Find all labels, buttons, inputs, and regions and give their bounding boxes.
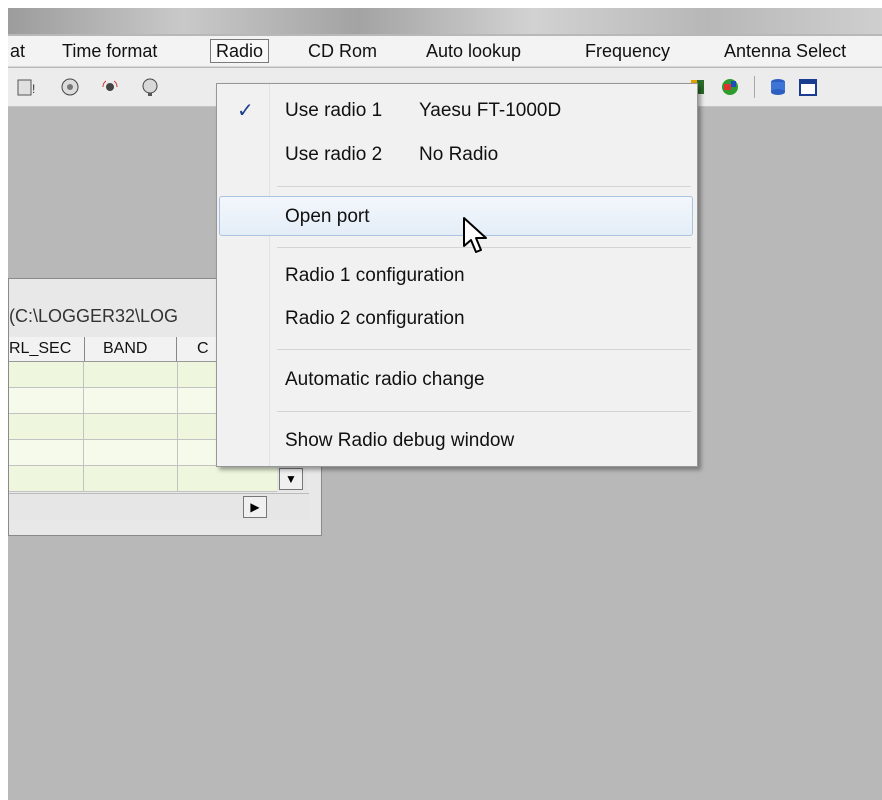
menu-auto-lookup[interactable]: Auto lookup	[426, 40, 521, 62]
menu-cd-rom[interactable]: CD Rom	[308, 40, 377, 62]
column-header-rl-sec[interactable]: RL_SEC	[9, 337, 85, 361]
menu-bar: at Time format Radio CD Rom Auto lookup …	[8, 36, 882, 67]
open-port-label: Open port	[285, 206, 370, 227]
database-icon[interactable]	[768, 77, 788, 97]
menu-antenna-select[interactable]: Antenna Select	[724, 40, 846, 62]
use-radio-1-label: Use radio 1	[285, 100, 383, 121]
clipboard-icon[interactable]: !	[16, 77, 36, 97]
title-bar	[8, 8, 882, 34]
radio-menu-dropdown: ✓ Use radio 1 Yaesu FT-1000D Use radio 2…	[216, 83, 698, 467]
menu-item-radio-2-configuration[interactable]: Radio 2 configuration	[219, 299, 693, 339]
show-radio-debug-window-label: Show Radio debug window	[285, 430, 515, 451]
checkmark-icon: ✓	[237, 100, 254, 122]
satellite-icon[interactable]	[60, 77, 80, 97]
menu-frequency[interactable]: Frequency	[585, 40, 670, 62]
use-radio-1-value: Yaesu FT-1000D	[419, 100, 562, 121]
menu-separator	[277, 186, 691, 187]
use-radio-2-value: No Radio	[419, 144, 499, 165]
antenna-icon[interactable]	[100, 77, 120, 97]
globe-icon[interactable]	[140, 77, 160, 97]
menu-item-show-radio-debug-window[interactable]: Show Radio debug window	[219, 421, 693, 461]
world-map-icon[interactable]	[720, 77, 740, 97]
menu-item-radio-1-configuration[interactable]: Radio 1 configuration	[219, 256, 693, 296]
column-header-c[interactable]: C	[177, 337, 217, 361]
app-window: at Time format Radio CD Rom Auto lookup …	[8, 8, 882, 800]
mouse-pointer-icon	[463, 217, 487, 253]
table-row[interactable]	[9, 466, 277, 492]
automatic-radio-change-label: Automatic radio change	[285, 369, 485, 390]
menu-separator	[277, 349, 691, 350]
menu-item-automatic-radio-change[interactable]: Automatic radio change	[219, 360, 693, 400]
menu-separator	[277, 411, 691, 412]
horizontal-scrollbar[interactable]: ▶	[9, 493, 309, 520]
menu-item-use-radio-1[interactable]: ✓ Use radio 1 Yaesu FT-1000D	[219, 91, 693, 131]
radio-1-configuration-label: Radio 1 configuration	[285, 265, 465, 286]
menu-item-open-port[interactable]: Open port	[219, 196, 693, 236]
menu-format[interactable]: at	[10, 40, 25, 62]
radio-2-configuration-label: Radio 2 configuration	[285, 308, 465, 329]
menu-radio[interactable]: Radio	[210, 39, 270, 63]
svg-text:!: !	[32, 82, 35, 96]
menu-item-use-radio-2[interactable]: Use radio 2 No Radio	[219, 135, 693, 175]
scroll-right-arrow-icon[interactable]: ▶	[243, 496, 267, 518]
column-header-band[interactable]: BAND	[85, 337, 177, 361]
menu-time-format[interactable]: Time format	[62, 40, 157, 62]
scroll-down-arrow-icon[interactable]: ▼	[279, 468, 303, 490]
use-radio-2-label: Use radio 2	[285, 144, 383, 165]
toolbar-separator	[754, 76, 755, 98]
calendar-icon[interactable]	[798, 77, 818, 97]
